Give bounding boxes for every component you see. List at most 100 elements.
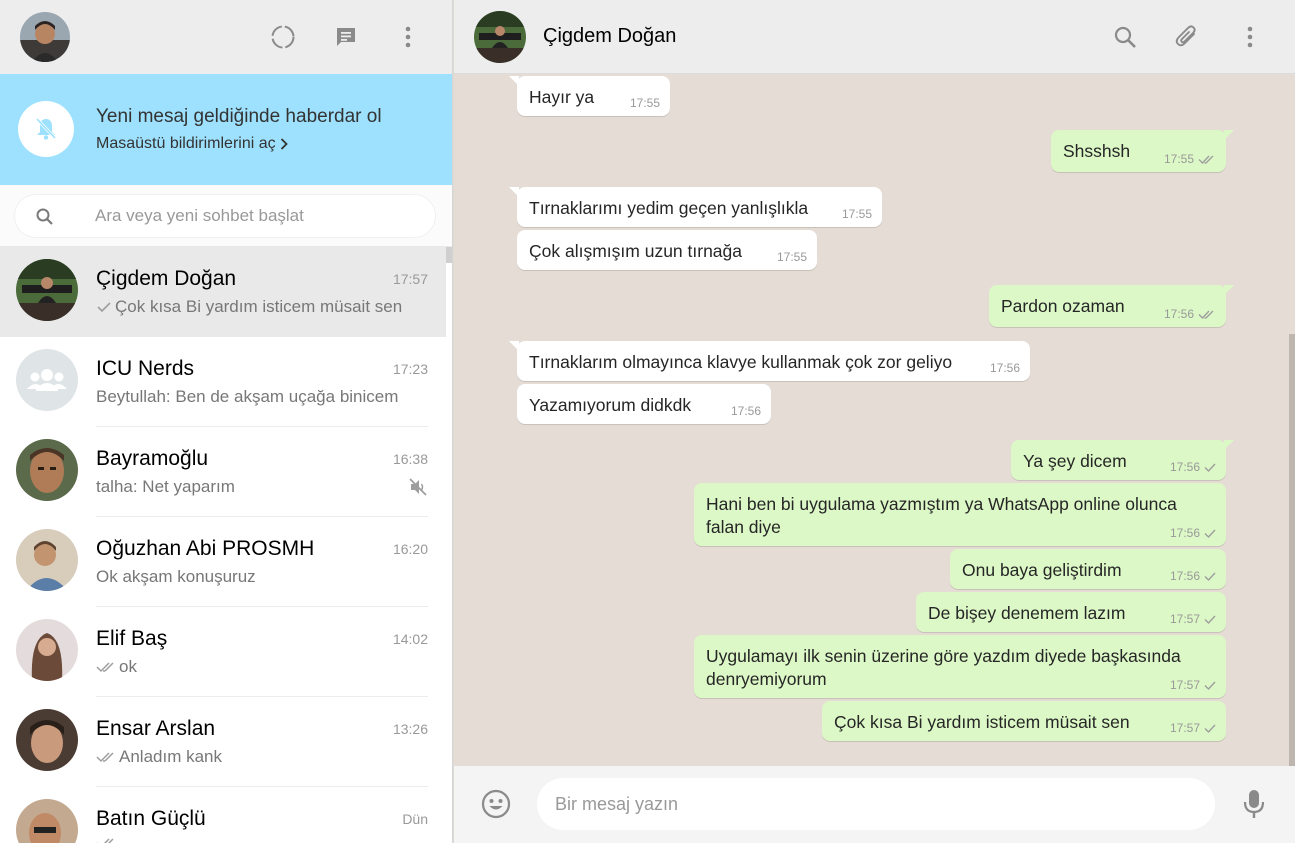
message-text-line: Hani ben bi uygulama yazmıştım ya WhatsA…: [706, 494, 1177, 514]
chat-preview-text: Ok akşam konuşuruz: [96, 567, 256, 586]
message-meta: 17:55: [842, 207, 872, 221]
incoming-message[interactable]: Çok alışmışım uzun tırnağa 17:55: [517, 230, 817, 270]
chat-preview: ok: [96, 657, 137, 677]
message-text: Çok alışmışım uzun tırnağa: [529, 241, 742, 261]
chat-name: Bayramoğlu: [96, 447, 209, 470]
my-avatar[interactable]: [20, 12, 70, 62]
double-check-icon: [1198, 310, 1214, 319]
chat-time: 17:57: [392, 271, 428, 287]
search-icon[interactable]: [1110, 22, 1140, 52]
message-text: Ya şey dicem: [1023, 451, 1127, 471]
outgoing-message[interactable]: Ya şey dicem 17:56: [1011, 440, 1234, 480]
chat-body: Bayramoğlu 16:38 talha: Net yaparım: [96, 427, 428, 517]
double-check-icon: [96, 752, 114, 763]
status-icon[interactable]: [268, 22, 298, 52]
chat-name: Çigdem Doğan: [96, 267, 237, 290]
attach-icon[interactable]: [1172, 22, 1202, 52]
chat-list-item[interactable]: ICU Nerds 17:23 Beytullah: Ben de akşam …: [0, 337, 446, 427]
message-time: 17:56: [1163, 307, 1194, 321]
outgoing-message[interactable]: Onu baya geliştirdim 17:56: [950, 549, 1226, 589]
menu-icon[interactable]: [1235, 22, 1265, 52]
chat-list-item[interactable]: Oğuzhan Abi PROSMH 16:20 Ok akşam konuşu…: [0, 517, 446, 607]
outgoing-message[interactable]: Shsshsh 17:55: [1051, 130, 1234, 172]
search-bar: [0, 185, 452, 247]
message-time: 17:56: [730, 404, 761, 418]
double-check-icon: [1198, 155, 1214, 164]
enable-notifications-link[interactable]: Masaüstü bildirimlerini aç: [96, 135, 288, 153]
chat-time: 17:23: [392, 361, 428, 377]
message-time: 17:55: [1163, 152, 1194, 166]
group-avatar: [16, 349, 78, 411]
incoming-message[interactable]: Hayır ya 17:55: [509, 76, 670, 116]
chat-time: 16:38: [392, 451, 428, 467]
outgoing-message[interactable]: Pardon ozaman 17:56: [989, 285, 1234, 327]
message-text: Hayır ya: [529, 87, 595, 107]
chat-name: Elif Baş: [96, 627, 168, 650]
chat-preview: [96, 837, 119, 843]
incoming-message[interactable]: Yazamıyorum didkdk 17:56: [517, 384, 771, 424]
bubble-tail: [1224, 130, 1234, 140]
chat-preview: talha: Net yaparım: [96, 477, 235, 497]
chat-avatar: [16, 529, 78, 591]
notification-title: Yeni mesaj geldiğinde haberdar ol: [96, 106, 382, 127]
outgoing-message[interactable]: Çok kısa Bi yardım isticem müsait sen 17…: [822, 701, 1226, 741]
message-time: 17:57: [1169, 612, 1200, 626]
chat-list-scrollbar[interactable]: [446, 247, 452, 843]
chat-avatar: [16, 799, 78, 843]
single-check-icon: [1204, 724, 1216, 733]
contact-avatar[interactable]: [474, 11, 526, 63]
message-text: Tırnaklarımı yedim geçen yanlışlıkla: [529, 198, 809, 218]
message-meta: 17:56: [731, 404, 761, 418]
chat-avatar: [16, 439, 78, 501]
search-icon: [36, 208, 53, 225]
chat-body: Oğuzhan Abi PROSMH 16:20 Ok akşam konuşu…: [96, 517, 428, 607]
message-scrollbar[interactable]: [1289, 334, 1295, 766]
incoming-message[interactable]: Tırnaklarımı yedim geçen yanlışlıkla 17:…: [509, 187, 882, 227]
chat-list-item[interactable]: Batın Güçlü Dün: [0, 787, 446, 843]
chat-list-item[interactable]: Çigdem Doğan 17:57 Çok kısa Bi yardım is…: [0, 247, 446, 337]
message-text-line: Uygulamayı ilk senin üzerine göre yazdım…: [706, 646, 1181, 666]
single-check-icon: [1204, 529, 1216, 538]
outgoing-message[interactable]: Uygulamayı ilk senin üzerine göre yazdım…: [694, 635, 1226, 698]
message-text: Onu baya geliştirdim: [962, 560, 1122, 580]
chat-preview-text: Anladım kank: [119, 747, 222, 766]
message-time: 17:56: [989, 361, 1020, 375]
outgoing-message[interactable]: De bişey denemem lazım 17:57: [916, 592, 1226, 632]
notification-banner[interactable]: Yeni mesaj geldiğinde haberdar ol Masaüs…: [0, 74, 452, 185]
message-text: Uygulamayı ilk senin üzerine göre yazdım…: [706, 645, 1181, 691]
chat-list-item[interactable]: Ensar Arslan 13:26 Anladım kank: [0, 697, 446, 787]
emoji-icon[interactable]: [480, 788, 512, 825]
chat-body: Elif Baş 14:02 ok: [96, 607, 428, 697]
composer: [454, 766, 1295, 843]
message-text: Çok kısa Bi yardım isticem müsait sen: [834, 712, 1130, 732]
outgoing-message[interactable]: Hani ben bi uygulama yazmıştım ya WhatsA…: [694, 483, 1226, 546]
message-time: 17:55: [629, 96, 660, 110]
chat-preview-text: ok: [119, 657, 137, 676]
chat-list-scroll-thumb[interactable]: [446, 247, 452, 263]
muted-icon: [409, 478, 427, 496]
message-input[interactable]: [555, 778, 1195, 830]
chat-preview-text: Beytullah: Ben de akşam uçağa binicem: [96, 387, 399, 406]
chat-list-item[interactable]: Elif Baş 14:02 ok: [0, 607, 446, 697]
chat-name: Ensar Arslan: [96, 717, 216, 740]
message-text: De bişey denemem lazım: [928, 603, 1126, 623]
search-input[interactable]: [95, 195, 425, 237]
chat-preview-text: Çok kısa Bi yardım isticem müsait sen: [115, 297, 403, 316]
message-time: 17:56: [1169, 569, 1200, 583]
new-chat-icon[interactable]: [331, 22, 361, 52]
message-meta: 17:56: [1170, 526, 1216, 540]
chat-list-item[interactable]: Bayramoğlu 16:38 talha: Net yaparım: [0, 427, 446, 517]
single-check-icon: [97, 302, 111, 313]
conversation-header: Çigdem Doğan: [454, 0, 1295, 74]
chat-time: 13:26: [392, 721, 428, 737]
message-meta: 17:56: [1170, 569, 1216, 583]
sidebar-header: [0, 0, 452, 74]
search-box[interactable]: [14, 194, 436, 238]
contact-name[interactable]: Çigdem Doğan: [543, 25, 676, 48]
message-input-box[interactable]: [537, 778, 1215, 830]
mic-icon[interactable]: [1240, 788, 1268, 825]
bubble-tail: [509, 187, 519, 197]
incoming-message[interactable]: Tırnaklarım olmayınca klavye kullanmak ç…: [509, 341, 1030, 381]
menu-icon[interactable]: [393, 22, 423, 52]
message-time: 17:56: [1169, 460, 1200, 474]
